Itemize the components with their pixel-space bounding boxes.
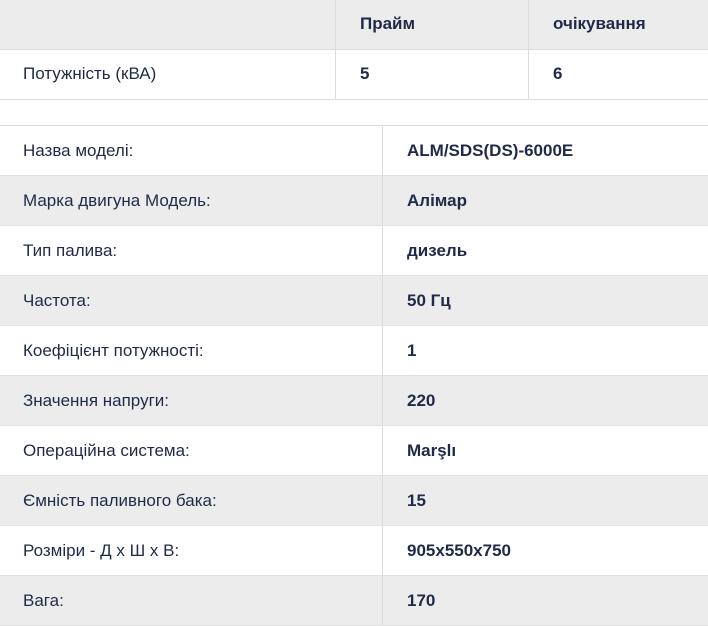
spec-label: Частота: bbox=[0, 275, 383, 326]
power-table: Прайм очікування Потужність (кВА) 5 6 bbox=[0, 0, 708, 100]
spec-value: 1 bbox=[382, 325, 708, 376]
spec-value: 170 bbox=[382, 575, 708, 626]
spec-value: 50 Гц bbox=[382, 275, 708, 326]
spec-row-weight: Вага: 170 bbox=[0, 575, 708, 626]
spec-label: Назва моделі: bbox=[0, 125, 383, 176]
power-header-empty-cell bbox=[0, 0, 336, 49]
spec-label: Значення напруги: bbox=[0, 375, 383, 426]
power-standby-value: 6 bbox=[528, 49, 708, 99]
spec-label: Розміри - Д х Ш х В: bbox=[0, 525, 383, 576]
spec-row-voltage: Значення напруги: 220 bbox=[0, 375, 708, 426]
spec-value: Marşlı bbox=[382, 425, 708, 476]
power-header-standby: очікування bbox=[528, 0, 708, 49]
power-prime-value: 5 bbox=[335, 49, 529, 99]
spec-label: Операційна система: bbox=[0, 425, 383, 476]
spec-row-frequency: Частота: 50 Гц bbox=[0, 275, 708, 326]
spec-row-fuel-type: Тип палива: дизель bbox=[0, 225, 708, 276]
power-header-prime: Прайм bbox=[335, 0, 529, 49]
spec-label: Ємність паливного бака: bbox=[0, 475, 383, 526]
spec-row-model-name: Назва моделі: ALM/SDS(DS)-6000E bbox=[0, 125, 708, 176]
power-header-row: Прайм очікування bbox=[0, 0, 708, 49]
spec-label: Вага: bbox=[0, 575, 383, 626]
spec-label: Марка двигуна Модель: bbox=[0, 175, 383, 226]
spec-value: 905x550x750 bbox=[382, 525, 708, 576]
spec-value: ALM/SDS(DS)-6000E bbox=[382, 125, 708, 176]
spec-value: 15 bbox=[382, 475, 708, 526]
spec-value: Алімар bbox=[382, 175, 708, 226]
spec-row-dimensions: Розміри - Д х Ш х В: 905x550x750 bbox=[0, 525, 708, 576]
spec-row-engine-brand: Марка двигуна Модель: Алімар bbox=[0, 175, 708, 226]
spec-row-power-factor: Коефіцієнт потужності: 1 bbox=[0, 325, 708, 376]
spec-value: дизель bbox=[382, 225, 708, 276]
power-label: Потужність (кВА) bbox=[23, 64, 157, 83]
power-row: Потужність (кВА) 5 6 bbox=[0, 49, 708, 99]
spec-row-operating-system: Операційна система: Marşlı bbox=[0, 425, 708, 476]
spec-table: Назва моделі: ALM/SDS(DS)-6000E Марка дв… bbox=[0, 125, 708, 626]
spec-label: Коефіцієнт потужності: bbox=[0, 325, 383, 376]
spec-value: 220 bbox=[382, 375, 708, 426]
spec-label: Тип палива: bbox=[0, 225, 383, 276]
spec-row-fuel-tank: Ємність паливного бака: 15 bbox=[0, 475, 708, 526]
